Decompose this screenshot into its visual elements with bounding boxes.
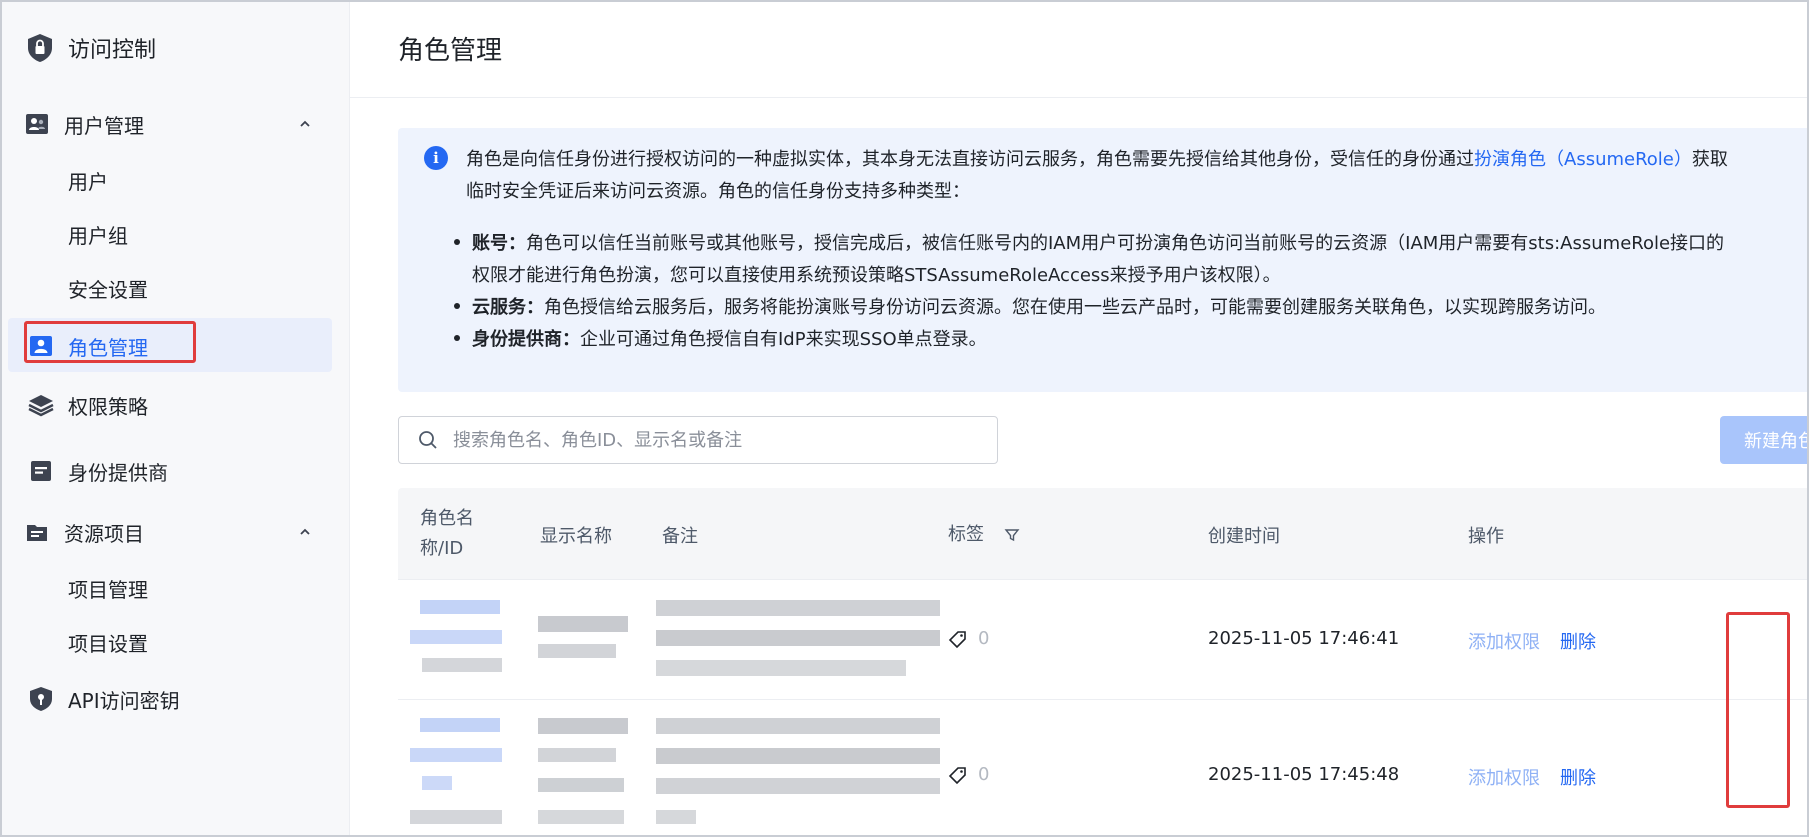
table-row: 0 2025-11-05 17:46:41 添加权限 删除 [398, 580, 1807, 700]
bullet-text: 企业可通过角色授信自有IdP来实现SSO单点登录。 [580, 329, 987, 350]
table-header: 角色名 称/ID 显示名称 备注 标签 创建时间 操作 [398, 488, 1807, 580]
search-icon [419, 431, 437, 449]
tag-icon [948, 766, 966, 784]
sidebar-item-label: 身份提供商 [68, 460, 168, 485]
table-row: 0 2025-11-05 17:45:48 添加权限 删除 [398, 700, 1807, 835]
bullet-cloud-service: 云服务：角色授信给云服务后，服务将能扮演账号身份访问云资源。您在使用一些云产品时… [454, 292, 1606, 324]
sidebar-item-security-settings[interactable]: 安全设置 [68, 268, 148, 308]
info-banner: i 角色是向信任身份进行授权访问的一种虚拟实体，其本身无法直接访问云服务，角色需… [398, 128, 1807, 392]
sidebar-item-label: API访问密钥 [68, 688, 180, 713]
sidebar: 访问控制 用户管理 用户 用户组 安全设置 角色管理 权限策略 身份提供商 资源… [2, 2, 350, 835]
layers-icon [28, 392, 54, 418]
tag-count: 0 [978, 628, 990, 649]
column-header-tags-label: 标签 [948, 524, 984, 545]
sidebar-item-permission-policies[interactable]: 权限策略 [28, 383, 148, 427]
column-header-name-line1: 角色名 [420, 508, 474, 529]
search-box[interactable] [398, 416, 998, 464]
folder-icon [24, 519, 50, 545]
sidebar-item-label: 权限策略 [68, 394, 148, 419]
create-role-button[interactable]: 新建角色 [1720, 416, 1807, 464]
delete-button[interactable]: 删除 [1560, 628, 1596, 654]
redacted-remark [656, 600, 946, 684]
assume-role-link[interactable]: 扮演角色（AssumeRole） [1474, 149, 1692, 170]
add-permission-button[interactable]: 添加权限 [1468, 628, 1540, 654]
redacted-display-name [538, 616, 628, 666]
info-line1-text: 角色是向信任身份进行授权访问的一种虚拟实体，其本身无法直接访问云服务，角色需要先… [466, 149, 1474, 170]
tag-icon [948, 630, 966, 648]
users-icon [24, 111, 50, 137]
app-title: 访问控制 [68, 38, 157, 63]
sidebar-item-users[interactable]: 用户 [68, 160, 108, 200]
info-line2: 临时安全凭证后来访问云资源。角色的信任身份支持多种类型： [466, 181, 970, 202]
page-title: 角色管理 [398, 36, 503, 66]
nav-group-user-management[interactable]: 用户管理 [2, 102, 350, 146]
bullet-text: 权限才能进行角色扮演，您可以直接使用系统预设策略STSAssumeRoleAcc… [472, 265, 1281, 286]
brand: 访问控制 [26, 30, 156, 66]
redacted-display-name [538, 718, 628, 834]
column-header-display-name: 显示名称 [540, 526, 612, 547]
delete-button[interactable]: 删除 [1560, 764, 1596, 790]
sidebar-item-user-groups[interactable]: 用户组 [68, 214, 128, 254]
sidebar-item-identity-providers[interactable]: 身份提供商 [28, 449, 168, 493]
sidebar-item-project-settings[interactable]: 项目设置 [68, 622, 148, 662]
shield-key-icon [28, 686, 54, 712]
column-header-remark: 备注 [662, 526, 698, 547]
tag-cell[interactable]: 0 [948, 764, 989, 785]
page-header: 角色管理 [350, 2, 1807, 98]
sidebar-item-project-management[interactable]: 项目管理 [68, 568, 148, 608]
bullet-text: 角色授信给云服务后，服务将能扮演账号身份访问云资源。您在使用一些云产品时，可能需… [544, 297, 1606, 318]
main-content: 角色管理 i 角色是向信任身份进行授权访问的一种虚拟实体，其本身无法直接访问云服… [350, 2, 1807, 835]
redacted-role-name [410, 718, 504, 834]
column-header-name-line2: 称/ID [420, 538, 464, 559]
chevron-up-icon [300, 528, 310, 535]
info-icon: i [424, 146, 448, 170]
tag-count: 0 [978, 764, 990, 785]
info-description: 角色是向信任身份进行授权访问的一种虚拟实体，其本身无法直接访问云服务，角色需要先… [466, 144, 1807, 208]
shield-lock-icon [28, 34, 52, 62]
bullet-term: 身份提供商： [472, 329, 580, 350]
column-header-created-time: 创建时间 [1208, 526, 1280, 547]
search-input[interactable] [453, 429, 973, 451]
bullet-account-continued: 权限才能进行角色扮演，您可以直接使用系统预设策略STSAssumeRoleAcc… [472, 260, 1281, 292]
created-time: 2025-11-05 17:45:48 [1208, 764, 1400, 785]
bullet-term: 账号： [472, 233, 526, 254]
nav-group-label: 资源项目 [64, 521, 144, 546]
id-card-icon [28, 458, 54, 484]
chevron-up-icon [300, 120, 310, 127]
redacted-role-name [410, 600, 504, 680]
bullet-text: 角色可以信任当前账号或其他账号，授信完成后，被信任账号内的IAM用户可扮演角色访… [526, 233, 1725, 254]
filter-icon[interactable] [1004, 527, 1020, 543]
column-header-name: 角色名 称/ID [420, 504, 474, 564]
nav-group-resource-projects[interactable]: 资源项目 [2, 510, 350, 554]
info-line1-tail: 获取 [1691, 149, 1728, 170]
bullet-term: 云服务： [472, 297, 544, 318]
tag-cell[interactable]: 0 [948, 628, 989, 649]
created-time: 2025-11-05 17:46:41 [1208, 628, 1400, 649]
redacted-remark [656, 718, 946, 834]
bullet-account: 账号：角色可以信任当前账号或其他账号，授信完成后，被信任账号内的IAM用户可扮演… [454, 228, 1724, 260]
nav-group-label: 用户管理 [64, 113, 144, 138]
bullet-identity-provider: 身份提供商：企业可通过角色授信自有IdP来实现SSO单点登录。 [454, 324, 987, 356]
highlight-outline [24, 321, 196, 363]
delete-highlight-outline [1726, 612, 1790, 808]
sidebar-item-api-keys[interactable]: API访问密钥 [28, 677, 180, 721]
add-permission-button[interactable]: 添加权限 [1468, 764, 1540, 790]
window-frame: 访问控制 用户管理 用户 用户组 安全设置 角色管理 权限策略 身份提供商 资源… [0, 0, 1809, 837]
column-header-actions: 操作 [1468, 526, 1504, 547]
column-header-tags: 标签 [948, 520, 1020, 546]
